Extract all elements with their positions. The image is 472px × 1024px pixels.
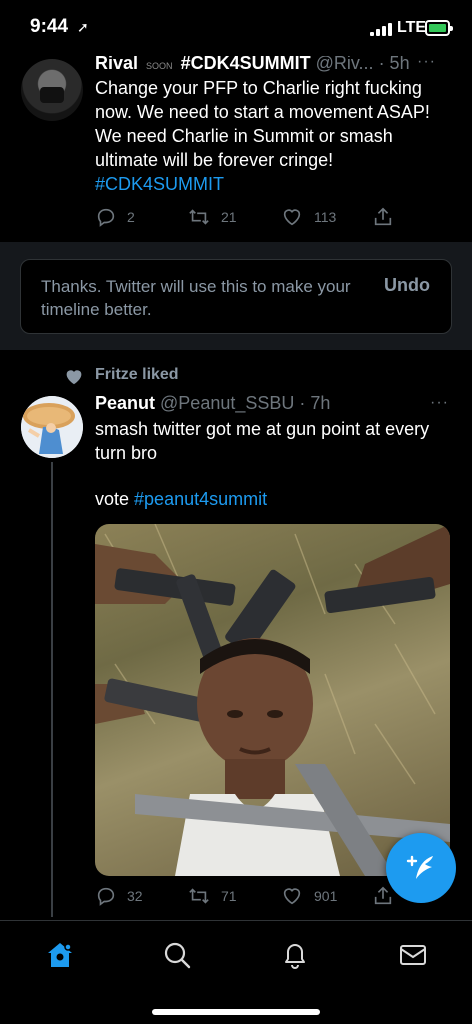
tweet-body: smash twitter got me at gun point at eve… [95, 419, 430, 463]
photo-image [95, 524, 450, 876]
reply-button[interactable]: 32 [95, 885, 143, 907]
feedback-card: Thanks. Twitter will use this to make yo… [20, 259, 452, 334]
nav-home[interactable] [40, 935, 80, 975]
nav-notifications[interactable] [275, 935, 315, 975]
retweet-button[interactable]: 21 [187, 206, 237, 228]
retweet-icon [189, 209, 209, 225]
undo-button[interactable]: Undo [384, 275, 430, 296]
hashtag-link[interactable]: #peanut4summit [134, 489, 267, 509]
more-options-icon[interactable]: ··· [430, 394, 449, 412]
retweet-count: 71 [221, 888, 237, 904]
like-button[interactable]: 113 [280, 206, 336, 228]
thread-line [51, 462, 53, 917]
author-name[interactable]: Rival [95, 53, 138, 73]
location-arrow-icon: ➚ [77, 19, 89, 35]
feedback-section: Thanks. Twitter will use this to make yo… [0, 242, 472, 350]
battery-charging-icon [425, 20, 453, 36]
nav-messages[interactable] [393, 935, 433, 975]
reply-count: 2 [127, 209, 135, 225]
tweet-photo[interactable] [95, 524, 450, 876]
signal-bars-icon [370, 22, 392, 36]
like-count: 901 [314, 888, 338, 904]
avatar[interactable] [21, 396, 83, 458]
share-button[interactable] [372, 206, 394, 228]
tweet-header: Peanut @Peanut_SSBU · 7h [95, 393, 330, 414]
author-handle: @Peanut_SSBU [160, 393, 295, 413]
hashtag-link[interactable]: #CDK4SUMMIT [95, 172, 455, 196]
nav-search[interactable] [157, 935, 197, 975]
tweet-text: Change your PFP to Charlie right fucking… [95, 76, 455, 196]
author-name[interactable]: Peanut [95, 393, 155, 413]
reply-count: 32 [127, 888, 143, 904]
avatar[interactable] [21, 59, 83, 121]
home-icon [48, 943, 72, 967]
heart-icon [283, 888, 301, 905]
retweet-button[interactable]: 71 [187, 885, 237, 907]
home-indicator[interactable] [152, 1009, 320, 1015]
compose-tweet-icon [406, 855, 433, 879]
heart-filled-icon [66, 370, 82, 385]
liked-by-label: Fritze liked [95, 366, 179, 383]
heart-icon [283, 209, 301, 226]
tweet-body: Change your PFP to Charlie right fucking… [95, 78, 430, 170]
author-handle: @Riv... [315, 53, 374, 73]
share-button[interactable] [372, 885, 394, 907]
network-label: LTE [397, 19, 427, 36]
compose-tweet-button[interactable] [386, 833, 456, 903]
bottom-nav [0, 920, 472, 1024]
like-count: 113 [314, 209, 337, 225]
peanut-avatar-image [21, 396, 83, 458]
retweet-icon [189, 888, 209, 904]
tweet-vote-line: vote #peanut4summit [95, 489, 267, 510]
search-icon [164, 942, 191, 969]
reply-icon [97, 208, 115, 227]
retweet-count: 21 [221, 209, 237, 225]
notifications-icon [285, 944, 305, 969]
tweet-time: · 5h [378, 53, 410, 73]
soon-badge: SOON [146, 61, 173, 71]
tweet[interactable]: Rival SOON #CDK4SUMMIT @Riv... · 5h ··· … [0, 53, 472, 242]
tweet-time: · 7h [299, 393, 331, 413]
like-button[interactable]: 901 [280, 885, 337, 907]
reply-button[interactable]: 2 [95, 206, 135, 228]
tweet-header: Rival SOON #CDK4SUMMIT @Riv... · 5h [95, 53, 410, 74]
feedback-message: Thanks. Twitter will use this to make yo… [41, 277, 351, 319]
author-name-tag: #CDK4SUMMIT [180, 53, 311, 73]
status-bar: 9:44 ➚ LTE [0, 0, 472, 56]
share-icon [374, 886, 392, 905]
status-time: 9:44 [30, 16, 69, 37]
share-icon [374, 207, 392, 226]
messages-icon [400, 945, 426, 965]
vote-prefix: vote [95, 489, 135, 509]
reply-icon [97, 887, 115, 906]
